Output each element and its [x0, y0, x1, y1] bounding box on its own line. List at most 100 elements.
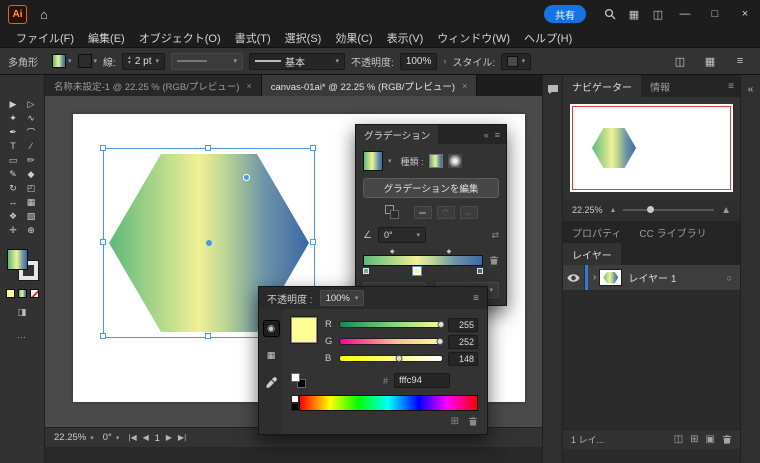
fill-proxy[interactable] — [7, 249, 28, 270]
tab-close-icon[interactable]: × — [246, 81, 251, 91]
zoom-dropdown[interactable]: 22.25% ▾ — [54, 432, 94, 443]
layer-expand-chevron[interactable]: › — [588, 272, 599, 283]
make-clipping-mask-icon[interactable]: ◫ — [674, 434, 683, 445]
document-tab-canvas01[interactable]: canvas-01ai* @ 22.25 % (RGB/プレビュー) × — [262, 75, 478, 96]
delete-layer-icon[interactable] — [722, 434, 732, 445]
stroke-color-dropdown[interactable]: ▾ — [78, 54, 98, 68]
delete-color-icon[interactable] — [468, 416, 478, 427]
linear-gradient-type-button[interactable] — [429, 154, 443, 168]
reverse-gradient-icon[interactable]: ⇄ — [491, 230, 499, 241]
search-icon[interactable] — [598, 8, 622, 20]
blue-slider-thumb[interactable] — [396, 355, 403, 362]
eyedropper-tool[interactable]: ✛ — [4, 223, 22, 237]
gradient-slider[interactable]: ◆ ◆ — [363, 255, 483, 266]
red-slider[interactable] — [339, 321, 443, 328]
delete-stop-icon[interactable] — [489, 255, 499, 266]
maximize-button[interactable]: □ — [700, 0, 730, 28]
midpoint-diamond[interactable]: ◆ — [390, 248, 395, 255]
gradient-tool[interactable]: ▧ — [22, 209, 40, 223]
add-to-swatches-icon[interactable]: ⊞ — [451, 416, 459, 427]
fill-stroke-control[interactable] — [7, 249, 38, 280]
magic-wand-tool[interactable]: ✦ — [4, 111, 22, 125]
color-mixer-icon[interactable]: ◉ — [263, 320, 280, 337]
panel-opacity-dropdown[interactable]: 100% ▾ — [320, 290, 365, 306]
menu-effect[interactable]: 効果(C) — [328, 30, 379, 46]
minimize-button[interactable]: — — [670, 0, 700, 28]
menu-view[interactable]: 表示(V) — [380, 30, 431, 46]
navigator-thumbnail[interactable] — [570, 104, 733, 192]
gradient-panel-menu-icon[interactable]: ≡ — [495, 130, 500, 140]
screen-mode-icon[interactable]: ◨ — [18, 307, 27, 318]
hex-value-field[interactable]: fffc94 — [394, 373, 450, 388]
opacity-field[interactable]: 100% — [400, 53, 438, 70]
handle-top-right[interactable] — [310, 145, 316, 151]
lasso-tool[interactable]: ∿ — [22, 111, 40, 125]
white-black-selectors[interactable] — [291, 395, 299, 411]
current-color-swatch[interactable] — [291, 317, 317, 343]
color-button[interactable] — [6, 289, 15, 298]
shape-builder-tool[interactable]: ❖ — [4, 209, 22, 223]
blue-value[interactable]: 148 — [448, 352, 478, 366]
tab-navigator[interactable]: ナビゲーター — [563, 75, 641, 97]
eyedropper-icon[interactable] — [263, 374, 280, 391]
close-button[interactable]: × — [730, 0, 760, 28]
direct-selection-tool[interactable]: ▷ — [22, 97, 40, 111]
gradient-panel-tab[interactable]: グラデーション — [356, 125, 438, 144]
menu-window[interactable]: ウィンドウ(W) — [430, 30, 517, 46]
menu-file[interactable]: ファイル(F) — [9, 30, 81, 46]
previous-artboard-icon[interactable]: ◀ — [143, 433, 149, 442]
tab-cc-libraries[interactable]: CC ライブラリ — [630, 221, 715, 243]
stroke-across-icon[interactable]: ◡ — [460, 206, 478, 219]
rectangle-tool[interactable]: ▭ — [4, 153, 22, 167]
color-spectrum-bar[interactable] — [299, 395, 478, 411]
color-panel-menu-icon[interactable]: ≡ — [473, 293, 479, 304]
layer-row[interactable]: › レイヤー 1 ○ — [563, 265, 740, 291]
gradient-button[interactable] — [18, 289, 27, 298]
stroke-along-icon[interactable]: ◠ — [437, 206, 455, 219]
opacity-chevron-icon[interactable]: › — [443, 56, 446, 66]
new-layer-icon[interactable]: ▣ — [706, 434, 715, 445]
scale-tool[interactable]: ◰ — [22, 181, 40, 195]
pencil-tool[interactable]: ✎ — [4, 167, 22, 181]
red-value[interactable]: 255 — [448, 318, 478, 332]
menu-edit[interactable]: 編集(E) — [81, 30, 132, 46]
layer-name[interactable]: レイヤー 1 — [628, 270, 726, 285]
line-tool[interactable]: ∕ — [22, 139, 40, 153]
green-value[interactable]: 252 — [448, 335, 478, 349]
workspace-switcher-icon[interactable]: ▦ — [698, 55, 722, 68]
artboard-number[interactable]: 1 — [155, 433, 160, 443]
gradient-stop-end[interactable] — [477, 268, 483, 274]
workspace-grid-icon[interactable]: ▦ — [622, 8, 646, 21]
handle-bottom-center[interactable] — [205, 333, 211, 339]
gradient-swatch-caret[interactable]: ▾ — [388, 157, 392, 165]
pen-tool[interactable]: ✒ — [4, 125, 22, 139]
collapse-panel-icon[interactable]: « — [484, 130, 489, 140]
rotation-dropdown[interactable]: 0° ▾ — [103, 432, 120, 443]
home-icon[interactable]: ⌂ — [40, 7, 48, 22]
menu-type[interactable]: 書式(T) — [228, 30, 278, 46]
menu-help[interactable]: ヘルプ(H) — [517, 30, 579, 46]
tab-properties[interactable]: プロパティ — [563, 221, 630, 243]
free-transform-tool[interactable]: ▦ — [22, 195, 40, 209]
new-sublayer-icon[interactable]: ⊞ — [690, 434, 698, 445]
layer-target-icon[interactable]: ○ — [727, 273, 740, 283]
tab-close-icon[interactable]: × — [462, 81, 467, 91]
tab-info[interactable]: 情報 — [641, 75, 679, 97]
green-slider-thumb[interactable] — [436, 338, 443, 345]
layer-visibility-eye-icon[interactable] — [563, 265, 585, 290]
green-slider[interactable] — [339, 338, 443, 345]
stepper-arrows[interactable]: ▴▾ — [128, 56, 131, 66]
paintbrush-tool[interactable]: ✏ — [22, 153, 40, 167]
menu-object[interactable]: オブジェクト(O) — [132, 30, 228, 46]
stroke-within-icon[interactable]: ▬ — [414, 206, 432, 219]
collapse-panels-icon[interactable]: « — [748, 84, 754, 95]
width-tool[interactable]: ↔ — [4, 195, 22, 209]
curvature-tool[interactable]: ⌒ — [22, 125, 40, 139]
zoom-tool[interactable]: ⊕ — [22, 223, 40, 237]
fill-color-dropdown[interactable]: ▾ — [52, 54, 72, 68]
brush-definition-dropdown[interactable]: 基本 ▾ — [249, 53, 345, 70]
zoom-slider-thumb[interactable] — [647, 206, 654, 213]
more-tools-icon[interactable]: … — [17, 330, 27, 340]
red-slider-thumb[interactable] — [437, 321, 444, 328]
none-button[interactable] — [30, 289, 39, 298]
